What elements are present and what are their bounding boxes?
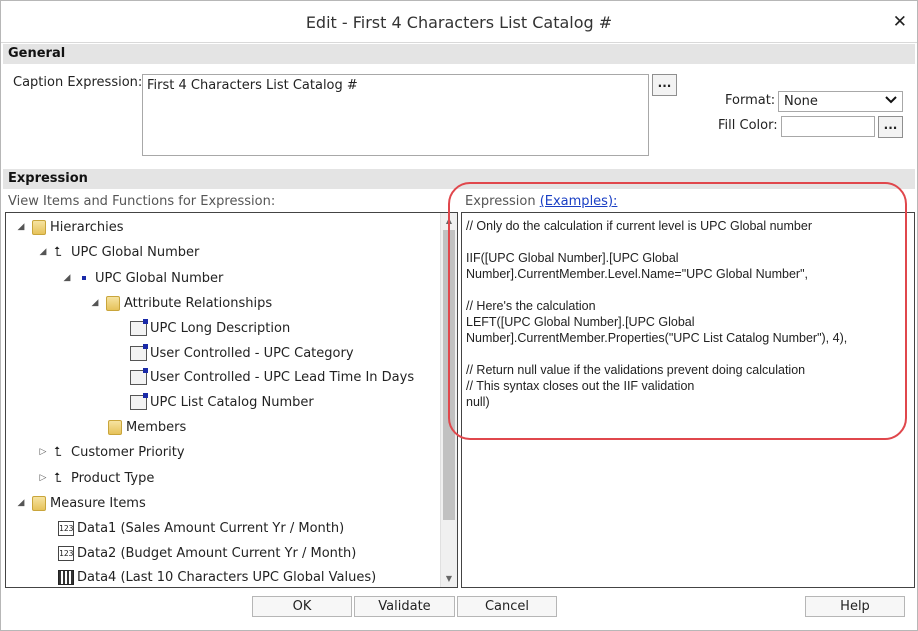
attribute-icon	[130, 318, 148, 336]
folder-icon	[32, 219, 46, 235]
tree-node-label: Hierarchies	[50, 219, 124, 235]
title-bar: Edit - First 4 Characters List Catalog #…	[1, 1, 917, 43]
attribute-icon	[130, 343, 148, 361]
chevron-down-icon	[884, 93, 898, 111]
collapse-icon[interactable]: ◢	[38, 247, 48, 257]
scroll-up-icon[interactable]: ▲	[441, 213, 457, 229]
123-icon: 123	[58, 520, 74, 536]
edit-dialog: Edit - First 4 Characters List Catalog #…	[0, 0, 918, 631]
collapse-icon[interactable]: ◢	[16, 498, 26, 508]
expression-section-header: Expression	[3, 169, 915, 189]
tree-node-label: Data2 (Budget Amount Current Yr / Month)	[77, 545, 357, 561]
expression-label-text: Expression	[465, 194, 540, 209]
folder-icon	[106, 295, 120, 311]
folder-icon	[32, 495, 46, 511]
format-select-value: None	[784, 94, 818, 109]
tree-node-label: UPC Long Description	[150, 320, 291, 336]
cancel-button[interactable]: Cancel	[457, 596, 557, 617]
help-button[interactable]: Help	[805, 596, 905, 617]
tree-node-attribute[interactable]: UPC List Catalog Number	[130, 392, 314, 412]
examples-link[interactable]: (Examples):	[540, 194, 618, 209]
level-icon	[82, 276, 86, 280]
expand-icon[interactable]: ▷	[38, 473, 48, 483]
dialog-title: Edit - First 4 Characters List Catalog #	[305, 13, 613, 32]
format-label: Format:	[725, 93, 776, 108]
tree-node-label: Data4 (Last 10 Characters UPC Global Val…	[77, 569, 377, 585]
close-icon[interactable]: ✕	[893, 12, 907, 32]
tree-node-label: UPC Global Number	[71, 244, 200, 260]
fill-color-ellipsis-button[interactable]: ...	[878, 116, 903, 138]
tree-node-attribute[interactable]: User Controlled - UPC Category	[130, 343, 354, 363]
tree-node-upc-global-number[interactable]: ◢ ⮤ UPC Global Number	[38, 242, 200, 262]
caption-ellipsis-button[interactable]: ...	[652, 74, 677, 96]
tree-node-label: Attribute Relationships	[124, 295, 273, 311]
caption-expression-input[interactable]: First 4 Characters List Catalog #	[142, 74, 649, 156]
scroll-thumb[interactable]	[443, 230, 455, 520]
expression-code[interactable]: // Only do the calculation if current le…	[466, 218, 906, 410]
tree-node-label: Product Type	[71, 470, 155, 486]
ok-button[interactable]: OK	[252, 596, 352, 617]
tree-node-label: User Controlled - UPC Lead Time In Days	[150, 369, 415, 385]
tree-node-attribute[interactable]: UPC Long Description	[130, 318, 290, 338]
tree-node-attribute-relationships[interactable]: ◢ Attribute Relationships	[90, 293, 272, 313]
attribute-icon	[130, 367, 148, 385]
calculator-icon	[58, 569, 74, 585]
format-select[interactable]: None	[778, 91, 903, 112]
tree-node-label: Measure Items	[50, 495, 146, 511]
expression-editor[interactable]: // Only do the calculation if current le…	[461, 212, 915, 588]
validate-button[interactable]: Validate	[354, 596, 455, 617]
collapse-icon[interactable]: ◢	[90, 298, 100, 308]
tree-node-customer-priority[interactable]: ▷ ⮤ Customer Priority	[38, 442, 185, 462]
items-tree[interactable]: ◢ Hierarchies ◢ ⮤ UPC Global Number ◢ UP…	[5, 212, 458, 588]
tree-node-label: Customer Priority	[71, 444, 185, 460]
fill-color-input[interactable]	[781, 116, 875, 137]
hierarchy-icon: ⮤	[54, 244, 62, 260]
tree-node-label: User Controlled - UPC Category	[150, 345, 354, 361]
tree-node-measure[interactable]: 123 Data1 (Sales Amount Current Yr / Mon…	[58, 518, 344, 538]
tree-node-measure[interactable]: Data4 (Last 10 Characters UPC Global Val…	[58, 567, 376, 587]
tree-node-upc-global-number-level[interactable]: ◢ UPC Global Number	[62, 268, 224, 288]
hierarchy-icon: ⮤	[54, 444, 62, 460]
tree-node-product-type[interactable]: ▷ ⮤ Product Type	[38, 468, 155, 488]
expression-label: Expression (Examples):	[465, 194, 617, 209]
collapse-icon[interactable]: ◢	[16, 222, 26, 232]
tree-node-label: Data1 (Sales Amount Current Yr / Month)	[77, 520, 345, 536]
scroll-down-icon[interactable]: ▼	[441, 571, 457, 587]
collapse-icon[interactable]: ◢	[62, 273, 72, 283]
folder-icon	[108, 419, 122, 435]
hierarchy-icon: ⮤	[54, 470, 62, 486]
expand-icon[interactable]: ▷	[38, 447, 48, 457]
fill-color-label: Fill Color:	[718, 118, 778, 133]
caption-expression-label: Caption Expression:	[13, 75, 143, 90]
123-icon: 123	[58, 545, 74, 561]
tree-node-label: UPC Global Number	[95, 270, 224, 286]
general-section-header: General	[3, 44, 915, 64]
tree-node-label: UPC List Catalog Number	[150, 394, 314, 410]
tree-scrollbar[interactable]: ▲ ▼	[440, 213, 457, 587]
tree-node-measure[interactable]: 123 Data2 (Budget Amount Current Yr / Mo…	[58, 543, 356, 563]
tree-node-members[interactable]: Members	[108, 417, 186, 437]
view-items-label: View Items and Functions for Expression:	[8, 194, 276, 209]
tree-node-hierarchies[interactable]: ◢ Hierarchies	[16, 217, 124, 237]
tree-node-measure-items[interactable]: ◢ Measure Items	[16, 493, 146, 513]
tree-node-label: Members	[126, 419, 187, 435]
attribute-icon	[130, 392, 148, 410]
tree-node-attribute[interactable]: User Controlled - UPC Lead Time In Days	[130, 367, 414, 387]
